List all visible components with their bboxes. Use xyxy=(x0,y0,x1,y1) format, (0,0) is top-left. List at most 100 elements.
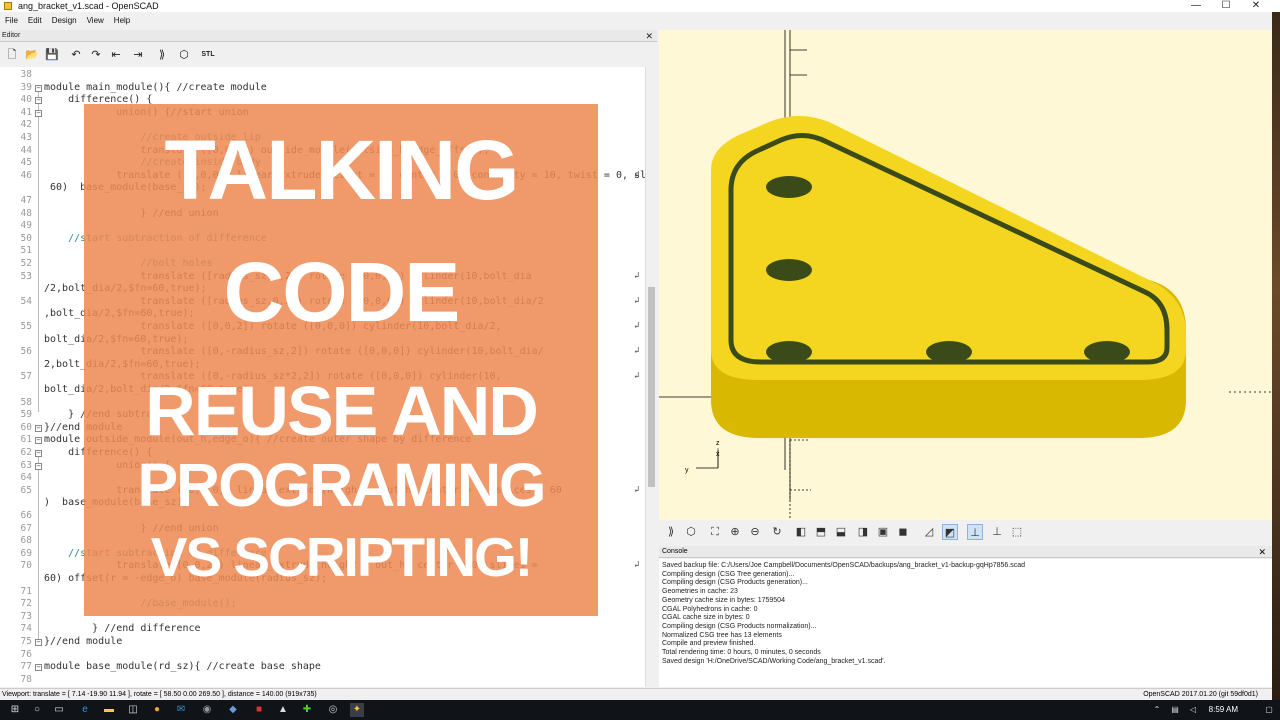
line-number: 40 xyxy=(20,94,32,106)
3d-viewport[interactable]: z x y xyxy=(659,30,1272,520)
app-icon[interactable]: ✚ xyxy=(300,703,314,717)
menu-bar: File Edit Design View Help xyxy=(0,14,135,28)
fold-toggle-icon[interactable]: − xyxy=(35,664,42,672)
orthogonal-icon[interactable]: ◩ xyxy=(942,524,958,540)
fold-toggle-icon[interactable]: − xyxy=(35,450,42,457)
line-number: 76 xyxy=(20,648,32,660)
line-number: 39 xyxy=(20,81,32,93)
fold-toggle-icon[interactable]: − xyxy=(35,437,42,445)
code-line[interactable]: } //end difference xyxy=(44,623,200,634)
app-icon[interactable]: ▲ xyxy=(276,703,290,717)
view-back-icon[interactable]: ◼ xyxy=(895,524,911,540)
line-number: 50 xyxy=(20,232,32,244)
mail-icon[interactable]: ✉ xyxy=(174,703,188,717)
openscad-taskbar-icon[interactable]: ✦ xyxy=(350,703,364,717)
fold-toggle-icon[interactable]: − xyxy=(35,639,42,646)
overlay-line-1: TALKING xyxy=(164,123,519,217)
fold-toggle-icon[interactable]: − xyxy=(35,97,42,105)
notifications-icon[interactable]: ▢ xyxy=(1262,703,1276,717)
zoom-in-icon[interactable]: ⊕ xyxy=(727,524,743,540)
menu-file[interactable]: File xyxy=(0,14,23,28)
code-line[interactable]: module base_module(rd_sz){ //create base… xyxy=(44,661,321,672)
search-icon[interactable]: ○ xyxy=(30,703,44,717)
line-number: 64 xyxy=(20,472,32,484)
app-icon[interactable]: ◎ xyxy=(326,703,340,717)
bracket-top xyxy=(711,116,1186,380)
reset-view-icon[interactable]: ↻ xyxy=(769,524,785,540)
unindent-icon[interactable]: ⇤ xyxy=(108,47,124,63)
menu-design[interactable]: Design xyxy=(47,14,82,28)
close-console-icon[interactable]: ✕ xyxy=(1258,546,1266,558)
volume-icon[interactable]: ◁ xyxy=(1186,703,1200,717)
fold-toggle-icon[interactable]: − xyxy=(35,424,42,432)
view-right-icon[interactable]: ◧ xyxy=(793,524,809,540)
code-line[interactable]: module main_module(){ //create module xyxy=(44,82,267,93)
redo-icon[interactable]: ↷ xyxy=(88,47,104,63)
line-number: 56 xyxy=(20,346,32,358)
line-number: 67 xyxy=(20,522,32,534)
undo-icon[interactable]: ↶ xyxy=(68,47,84,63)
menu-view[interactable]: View xyxy=(82,14,109,28)
desktop-background-strip xyxy=(1272,12,1280,700)
view-bottom-icon[interactable]: ⬓ xyxy=(833,524,849,540)
line-number: 45 xyxy=(20,157,32,169)
menu-edit[interactable]: Edit xyxy=(23,14,47,28)
fold-toggle-icon[interactable]: − xyxy=(35,462,42,470)
view-left-icon[interactable]: ◨ xyxy=(855,524,871,540)
line-number: 78 xyxy=(20,673,32,685)
preview-icon[interactable]: ⟫ xyxy=(154,47,170,63)
start-icon[interactable]: ⊞ xyxy=(8,703,22,717)
line-number: 77 xyxy=(20,661,32,673)
show-scale-icon[interactable]: ⊥ xyxy=(989,524,1005,540)
view-top-icon[interactable]: ⬒ xyxy=(813,524,829,540)
task-view-icon[interactable]: ▭ xyxy=(52,703,66,717)
app-icon[interactable]: ◉ xyxy=(200,703,214,717)
title-overlay: TALKING CODE REUSE AND PROGRAMING VS SCR… xyxy=(84,104,598,616)
bolt-hole xyxy=(766,341,812,363)
edge-browser-icon[interactable]: e xyxy=(78,703,92,717)
view-all-icon[interactable]: ⛶ xyxy=(707,524,723,540)
editor-toolbar: 🗋 📂 💾 ↶ ↷ ⇤ ⇥ ⟫ ⬡ STL xyxy=(0,44,657,66)
minimize-button[interactable]: — xyxy=(1181,0,1211,12)
app-icon[interactable]: ◆ xyxy=(226,703,240,717)
store-icon[interactable]: ◫ xyxy=(126,703,140,717)
fold-guide-line xyxy=(38,450,39,640)
indent-icon[interactable]: ⇥ xyxy=(130,47,146,63)
line-number: 49 xyxy=(20,220,32,232)
file-explorer-icon[interactable]: ▬ xyxy=(102,703,116,717)
console-line: Total rendering time: 0 hours, 0 minutes… xyxy=(662,649,821,657)
close-editor-icon[interactable]: ✕ xyxy=(645,30,653,42)
perspective-icon[interactable]: ◿ xyxy=(921,524,937,540)
close-window-button[interactable]: ✕ xyxy=(1241,0,1271,12)
network-icon[interactable]: ▤ xyxy=(1168,703,1182,717)
console-output: Saved backup file: C:/Users/Joe Campbell… xyxy=(659,559,1272,687)
firefox-icon[interactable]: ● xyxy=(150,703,164,717)
save-file-icon[interactable]: 💾 xyxy=(44,47,60,63)
app-icon[interactable]: ■ xyxy=(252,703,266,717)
show-edges-icon[interactable]: ⬚ xyxy=(1009,524,1025,540)
new-file-icon[interactable]: 🗋 xyxy=(4,47,20,63)
line-number: 42 xyxy=(20,119,32,131)
maximize-button[interactable]: ☐ xyxy=(1211,0,1241,12)
fold-toggle-icon[interactable]: − xyxy=(35,109,42,117)
line-number: 54 xyxy=(20,295,32,307)
code-line[interactable]: }//end module xyxy=(44,636,122,647)
editor-scrollbar[interactable] xyxy=(645,67,656,687)
viewport-status: Viewport: translate = [ 7.14 -19.90 11.9… xyxy=(2,691,317,698)
console-line: Compiling design (CSG Products normaliza… xyxy=(662,622,817,630)
fold-toggle-icon[interactable]: − xyxy=(35,84,42,92)
render-icon[interactable]: ⬡ xyxy=(176,47,192,63)
menu-help[interactable]: Help xyxy=(109,14,135,28)
tray-up-icon[interactable]: ⌃ xyxy=(1150,703,1164,717)
viewport-render: z x y xyxy=(659,30,1272,520)
scrollbar-thumb[interactable] xyxy=(648,287,655,487)
show-axes-icon[interactable]: ⊥ xyxy=(967,524,983,540)
preview-icon[interactable]: ⟫ xyxy=(663,524,679,540)
line-number: 41 xyxy=(20,106,32,118)
open-file-icon[interactable]: 📂 xyxy=(24,47,40,63)
render-icon[interactable]: ⬡ xyxy=(683,524,699,540)
view-front-icon[interactable]: ▣ xyxy=(875,524,891,540)
zoom-out-icon[interactable]: ⊖ xyxy=(747,524,763,540)
line-number: 66 xyxy=(20,510,32,521)
export-stl-icon[interactable]: STL xyxy=(200,47,216,63)
